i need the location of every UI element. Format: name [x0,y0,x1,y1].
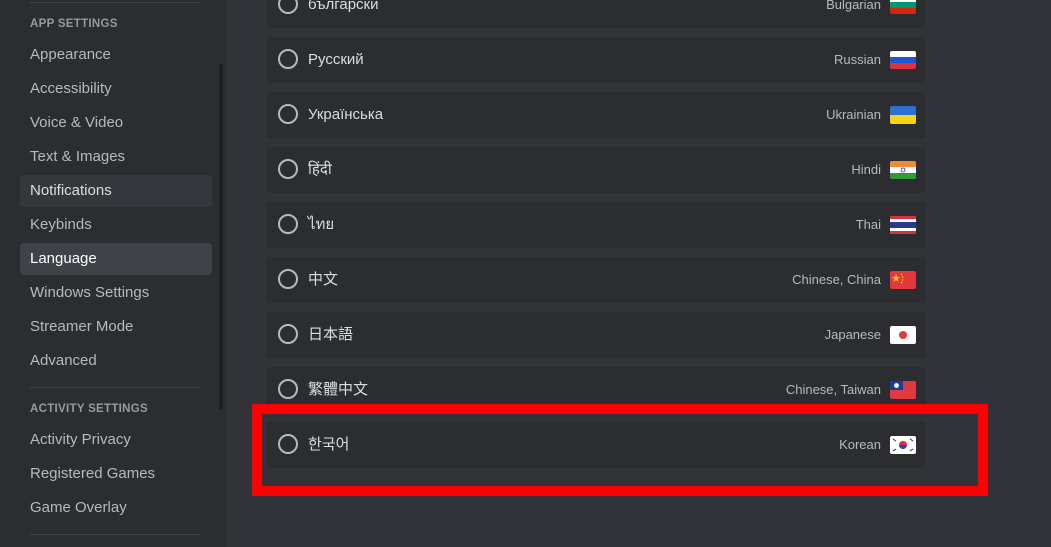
language-english-name: Ukrainian [826,107,881,122]
language-option-ukrainian[interactable]: Українська Ukrainian [266,92,926,138]
language-native-name: Русский [308,51,364,68]
language-option-bulgarian[interactable]: български Bulgarian [266,0,926,28]
language-native-name: български [308,0,379,13]
language-english-name: Hindi [851,162,881,177]
sidebar-item-registered-games[interactable]: Registered Games [20,458,212,490]
sidebar-divider [30,387,201,388]
language-english-name: Japanese [824,327,881,342]
language-english-name: Chinese, China [792,272,881,287]
language-option-russian[interactable]: Русский Russian [266,37,926,83]
sidebar-item-accessibility[interactable]: Accessibility [20,73,212,105]
language-native-name: 中文 [308,271,339,288]
flag-thailand-icon [890,216,916,234]
app-settings-header: App Settings [30,18,118,30]
sidebar-item-text-images[interactable]: Text & Images [20,141,212,173]
settings-sidebar: App Settings Appearance Accessibility Vo… [0,0,226,547]
sidebar-item-appearance[interactable]: Appearance [20,39,212,71]
language-english-name: Russian [834,52,881,67]
radio-icon[interactable] [278,379,298,399]
language-native-name: ไทย [308,216,335,233]
radio-icon[interactable] [278,324,298,344]
language-native-name: Українська [308,106,384,123]
flag-russia-icon [890,51,916,69]
sidebar-item-language[interactable]: Language [20,243,212,275]
radio-icon[interactable] [278,0,298,14]
sidebar-item-advanced[interactable]: Advanced [20,345,212,377]
sidebar-item-streamer-mode[interactable]: Streamer Mode [20,311,212,343]
sidebar-item-notifications[interactable]: Notifications [20,175,212,207]
flag-japan-icon [890,326,916,344]
radio-icon[interactable] [278,49,298,69]
flag-china-icon [890,271,916,289]
radio-icon[interactable] [278,269,298,289]
language-native-name: 日本語 [308,326,354,343]
sidebar-item-keybinds[interactable]: Keybinds [20,209,212,241]
flag-taiwan-icon [890,381,916,399]
language-english-name: Bulgarian [826,0,881,12]
radio-icon[interactable] [278,104,298,124]
flag-bulgaria-icon [890,0,916,14]
sidebar-scrollbar[interactable] [219,64,223,410]
sidebar-divider [30,534,201,535]
radio-icon[interactable] [278,159,298,179]
highlight-box [252,404,988,496]
language-option-japanese[interactable]: 日本語 Japanese [266,312,926,358]
sidebar-item-activity-privacy[interactable]: Activity Privacy [20,424,212,456]
sidebar-item-voice-video[interactable]: Voice & Video [20,107,212,139]
flag-india-icon [890,161,916,179]
radio-icon[interactable] [278,214,298,234]
sidebar-item-windows-settings[interactable]: Windows Settings [20,277,212,309]
activity-settings-header: Activity Settings [30,403,148,415]
sidebar-divider [30,2,201,3]
language-option-chinese-china[interactable]: 中文 Chinese, China [266,257,926,303]
flag-ukraine-icon [890,106,916,124]
language-option-hindi[interactable]: हिंदी Hindi [266,147,926,193]
language-native-name: हिंदी [308,161,332,178]
language-english-name: Thai [855,217,881,232]
sidebar-item-game-overlay[interactable]: Game Overlay [20,492,212,524]
language-option-thai[interactable]: ไทย Thai [266,202,926,248]
